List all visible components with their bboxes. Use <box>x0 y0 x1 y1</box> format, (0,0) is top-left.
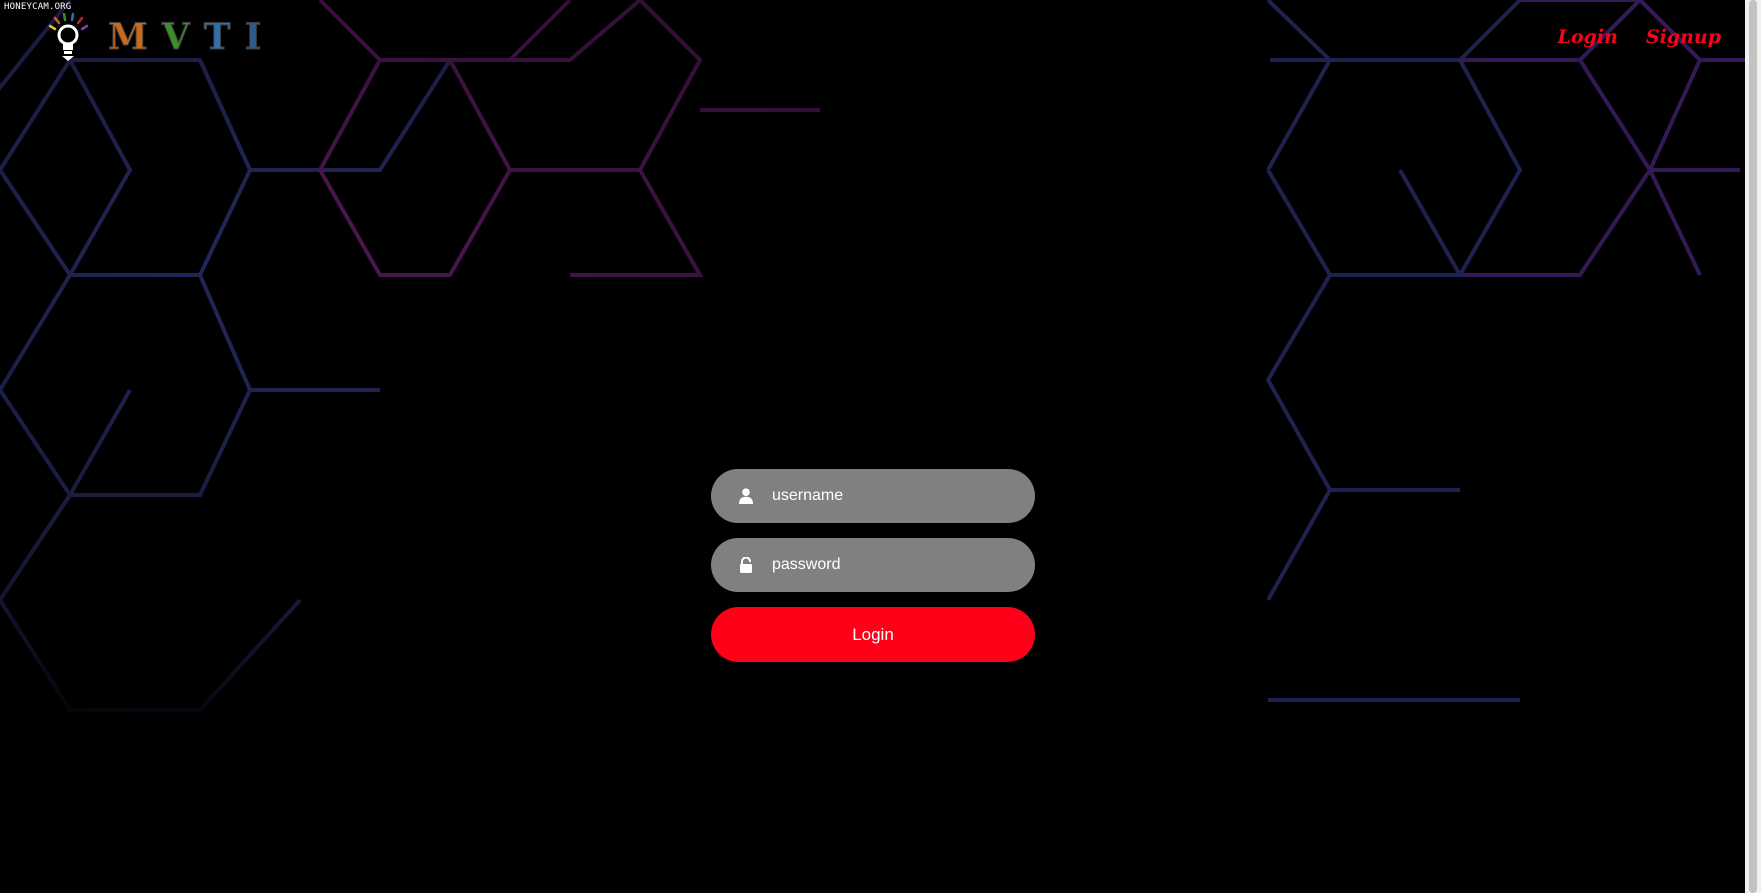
logo-letter: T <box>203 16 231 58</box>
nav-signup-link[interactable]: Signup <box>1646 26 1721 48</box>
logo-letter: V <box>161 16 190 58</box>
user-icon <box>739 488 753 504</box>
login-form: username password Login <box>711 469 1035 662</box>
username-field[interactable]: username <box>711 469 1035 523</box>
logo-letter: M <box>108 16 149 58</box>
hexagon-background-pattern <box>0 0 1745 712</box>
lightbulb-icon <box>48 12 89 61</box>
vertical-scrollbar[interactable] <box>1745 0 1761 893</box>
logo-wordmark: M V T I <box>108 16 262 58</box>
watermark-text: HONEYCAM.ORG <box>4 2 72 12</box>
logo-letter: I <box>244 16 262 58</box>
unlock-icon <box>740 557 752 573</box>
scrollbar-thumb[interactable] <box>1749 0 1757 893</box>
top-nav: Login Signup <box>1558 26 1722 48</box>
login-button[interactable]: Login <box>711 607 1035 662</box>
nav-login-link[interactable]: Login <box>1558 26 1618 48</box>
site-logo[interactable]: M V T I <box>44 12 262 62</box>
password-placeholder: password <box>772 556 841 573</box>
password-field[interactable]: password <box>711 538 1035 592</box>
username-placeholder: username <box>772 487 844 504</box>
